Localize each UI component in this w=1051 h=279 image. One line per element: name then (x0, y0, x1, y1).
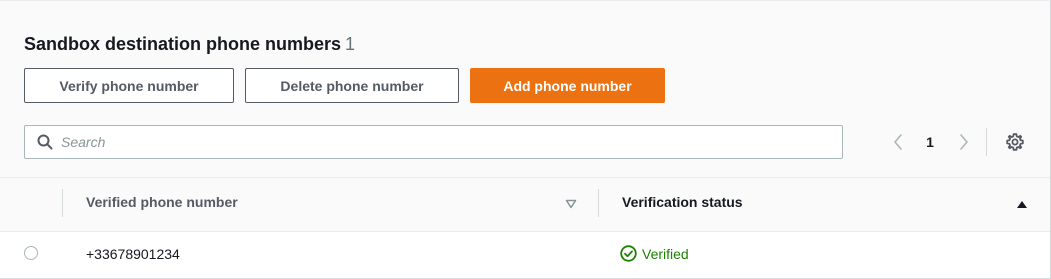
sort-up-icon[interactable] (1015, 197, 1029, 211)
previous-page-button[interactable] (886, 128, 910, 156)
table-settings-button[interactable] (1004, 131, 1026, 153)
column-separator (62, 189, 63, 217)
sort-down-icon[interactable] (564, 197, 578, 211)
check-circle-icon (620, 245, 637, 262)
verification-status-cell: Verified (620, 245, 689, 262)
column-separator (598, 189, 599, 217)
status-text: Verified (642, 245, 689, 262)
phone-number-cell: +33678901234 (86, 246, 180, 262)
search-input[interactable] (61, 127, 842, 157)
delete-phone-number-button[interactable]: Delete phone number (245, 68, 459, 103)
verify-phone-number-button[interactable]: Verify phone number (24, 68, 234, 103)
gear-icon (1005, 132, 1025, 152)
row-select-radio[interactable] (24, 246, 38, 260)
panel-title-text: Sandbox destination phone numbers (24, 34, 342, 54)
search-box[interactable] (24, 125, 843, 159)
panel-title: Sandbox destination phone numbers 1 (24, 34, 355, 55)
next-page-button[interactable] (952, 128, 976, 156)
item-count: 1 (345, 34, 356, 54)
add-phone-number-button[interactable]: Add phone number (470, 68, 665, 103)
chevron-right-icon (958, 133, 970, 151)
column-header-verified-phone-number[interactable]: Verified phone number (86, 194, 238, 210)
pagination-divider (986, 128, 987, 156)
column-header-verification-status[interactable]: Verification status (622, 194, 743, 210)
current-page-number[interactable]: 1 (920, 128, 940, 156)
search-icon (37, 134, 53, 150)
chevron-left-icon (892, 133, 904, 151)
